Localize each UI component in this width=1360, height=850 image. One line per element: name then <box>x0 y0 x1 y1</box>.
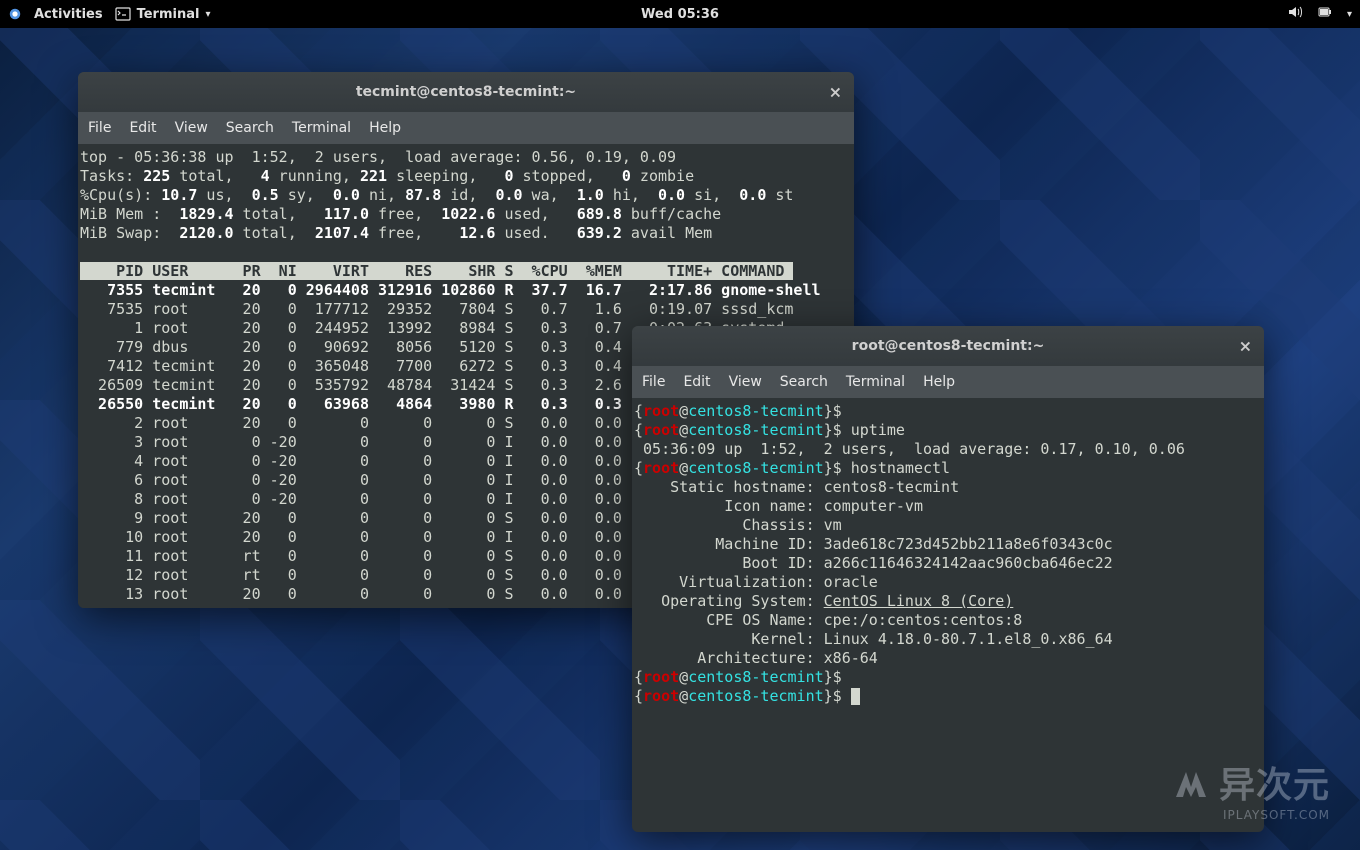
activities-icon <box>8 7 22 21</box>
clock[interactable]: Wed 05:36 <box>641 7 719 22</box>
menu-help[interactable]: Help <box>923 374 955 390</box>
close-icon[interactable]: × <box>829 83 842 102</box>
activities-button[interactable]: Activities <box>34 7 103 22</box>
titlebar[interactable]: root@centos8-tecmint:~ × <box>632 326 1264 366</box>
terminal-output[interactable]: {root@centos8-tecmint}$ {root@centos8-te… <box>632 398 1264 710</box>
app-menu-label: Terminal <box>137 7 200 22</box>
menu-search[interactable]: Search <box>780 374 828 390</box>
menu-file[interactable]: File <box>642 374 665 390</box>
menu-terminal[interactable]: Terminal <box>846 374 905 390</box>
menu-view[interactable]: View <box>729 374 762 390</box>
watermark: 异次元 IPLAYSOFT.COM <box>1171 756 1330 822</box>
gnome-topbar: Activities Terminal ▾ Wed 05:36 ▾ <box>0 0 1360 28</box>
menu-view[interactable]: View <box>175 120 208 136</box>
window-title: tecmint@centos8-tecmint:~ <box>356 84 576 100</box>
menu-terminal[interactable]: Terminal <box>292 120 351 136</box>
menu-file[interactable]: File <box>88 120 111 136</box>
menu-edit[interactable]: Edit <box>129 120 156 136</box>
titlebar[interactable]: tecmint@centos8-tecmint:~ × <box>78 72 854 112</box>
terminal-window-2[interactable]: root@centos8-tecmint:~ × File Edit View Sea… <box>632 326 1264 832</box>
menubar: File Edit View Search Terminal Help <box>632 366 1264 398</box>
chevron-down-icon[interactable]: ▾ <box>1347 9 1352 20</box>
app-menu[interactable]: Terminal ▾ <box>115 6 211 22</box>
close-icon[interactable]: × <box>1239 337 1252 356</box>
menu-help[interactable]: Help <box>369 120 401 136</box>
menu-edit[interactable]: Edit <box>683 374 710 390</box>
menubar: File Edit View Search Terminal Help <box>78 112 854 144</box>
menu-search[interactable]: Search <box>226 120 274 136</box>
window-title: root@centos8-tecmint:~ <box>852 338 1045 354</box>
chevron-down-icon: ▾ <box>205 9 210 20</box>
volume-icon[interactable] <box>1287 4 1303 24</box>
battery-icon[interactable] <box>1317 4 1333 24</box>
